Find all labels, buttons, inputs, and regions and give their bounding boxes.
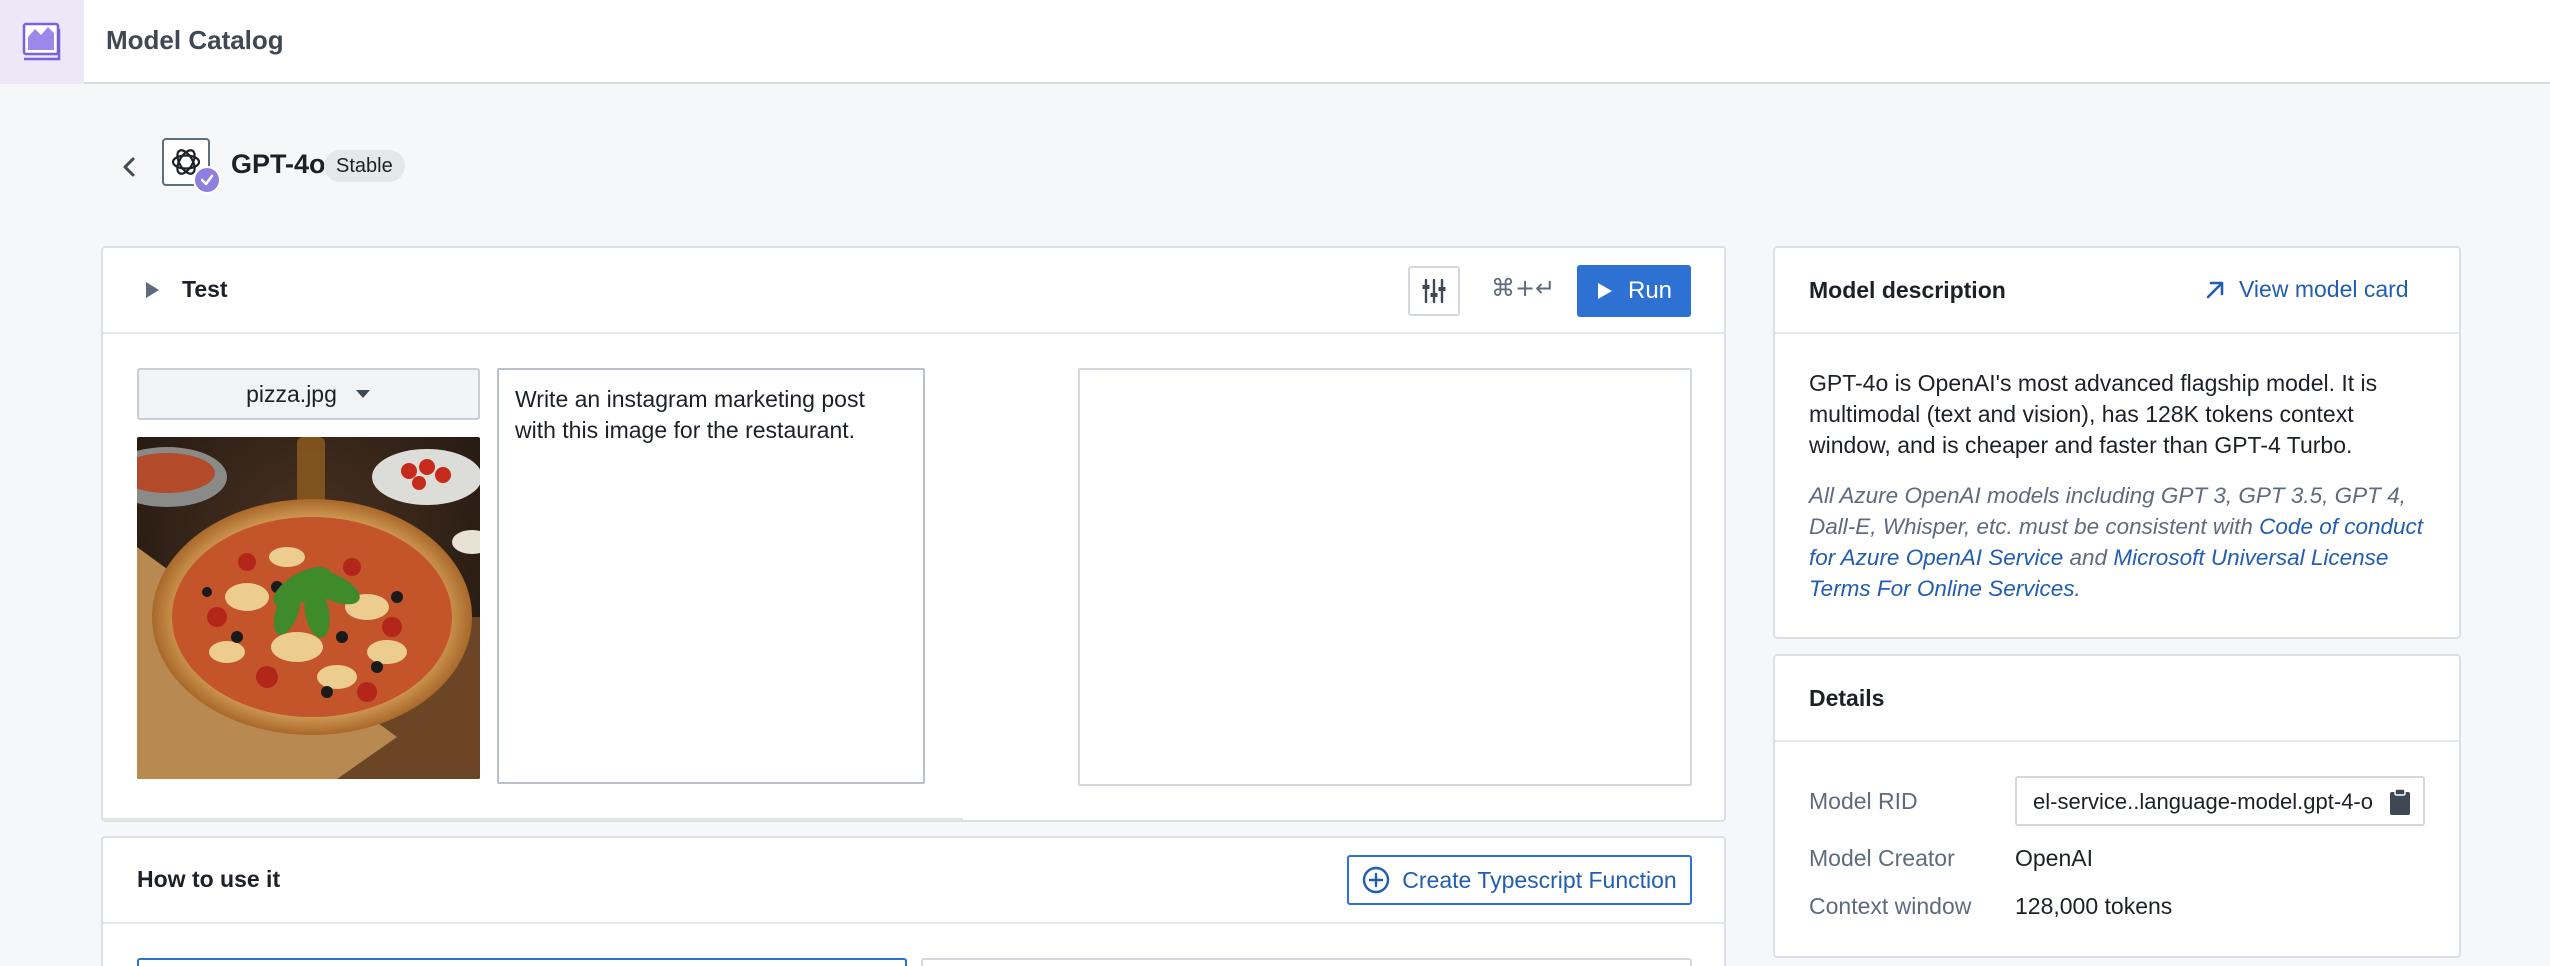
run-button[interactable]: Run — [1577, 265, 1691, 317]
verified-check-icon — [193, 166, 221, 194]
test-title: Test — [182, 276, 228, 302]
model-description-panel: Model description View model card GPT-4o… — [1773, 246, 2461, 639]
model-catalog-icon[interactable] — [0, 0, 84, 84]
terms-suffix: . — [2074, 576, 2081, 601]
context-window-label: Context window — [1809, 893, 1972, 919]
how-to-use-panel: How to use it Create Typescript Function — [101, 836, 1726, 966]
uploaded-image-preview — [137, 437, 480, 779]
test-panel: Test ⌘+↵ Run pizza.jpg Write an instagra… — [101, 246, 1726, 822]
how-to-use-title: How to use it — [137, 866, 281, 892]
model-rid-label: Model RID — [1809, 788, 1918, 814]
test-panel-header[interactable]: Test ⌘+↵ Run — [103, 248, 1724, 334]
view-model-card-label: View model card — [2239, 276, 2409, 302]
model-description-text: GPT-4o is OpenAI's most advanced flagshi… — [1809, 370, 2378, 458]
details-title: Details — [1809, 685, 1885, 711]
model-creator-value: OpenAI — [2015, 845, 2093, 871]
model-name: GPT-4o — [231, 149, 326, 179]
sliders-icon — [1422, 278, 1446, 304]
horizontal-scrollbar[interactable] — [103, 818, 963, 821]
model-terms-notice: All Azure OpenAI models including GPT 3,… — [1809, 480, 2449, 604]
caret-down-icon — [355, 390, 370, 398]
top-bar: Model Catalog — [0, 0, 2550, 84]
status-badge: Stable — [324, 150, 405, 182]
details-panel: Details Model RID el-service..language-m… — [1773, 654, 2461, 958]
model-creator-label: Model Creator — [1809, 845, 1955, 871]
selected-file-name: pizza.jpg — [246, 380, 337, 407]
terms-and: and — [2063, 545, 2114, 570]
back-chevron-icon[interactable] — [115, 150, 143, 184]
create-typescript-function-button[interactable]: Create Typescript Function — [1347, 855, 1692, 905]
prompt-textarea[interactable]: Write an instagram marketing post with t… — [497, 368, 925, 784]
view-model-card-link[interactable]: View model card — [2203, 276, 2409, 303]
code-example-tab-active[interactable] — [137, 958, 907, 966]
play-icon — [1597, 283, 1612, 299]
settings-sliders-button[interactable] — [1408, 266, 1460, 316]
model-rid-field[interactable]: el-service..language-model.gpt-4-o — [2015, 776, 2425, 826]
output-area — [1078, 368, 1692, 786]
model-description-title: Model description — [1809, 277, 2006, 303]
file-select-dropdown[interactable]: pizza.jpg — [137, 368, 480, 420]
model-description-header: Model description View model card — [1775, 248, 2459, 334]
context-window-value: 128,000 tokens — [2015, 893, 2173, 919]
clipboard-icon[interactable] — [2387, 788, 2413, 816]
code-example-tab[interactable] — [921, 958, 1692, 966]
create-typescript-function-label: Create Typescript Function — [1402, 866, 1677, 893]
details-header: Details — [1775, 656, 2459, 742]
run-shortcut-hint: ⌘+↵ — [1491, 274, 1556, 302]
add-circle-icon — [1363, 866, 1390, 894]
arrow-top-right-icon — [2206, 281, 2224, 298]
caret-right-icon[interactable] — [143, 280, 161, 305]
how-to-use-header: How to use it Create Typescript Function — [103, 838, 1724, 924]
run-button-label: Run — [1627, 277, 1673, 304]
app-title: Model Catalog — [106, 25, 284, 55]
model-rid-value[interactable]: el-service..language-model.gpt-4-o — [2033, 789, 2373, 815]
